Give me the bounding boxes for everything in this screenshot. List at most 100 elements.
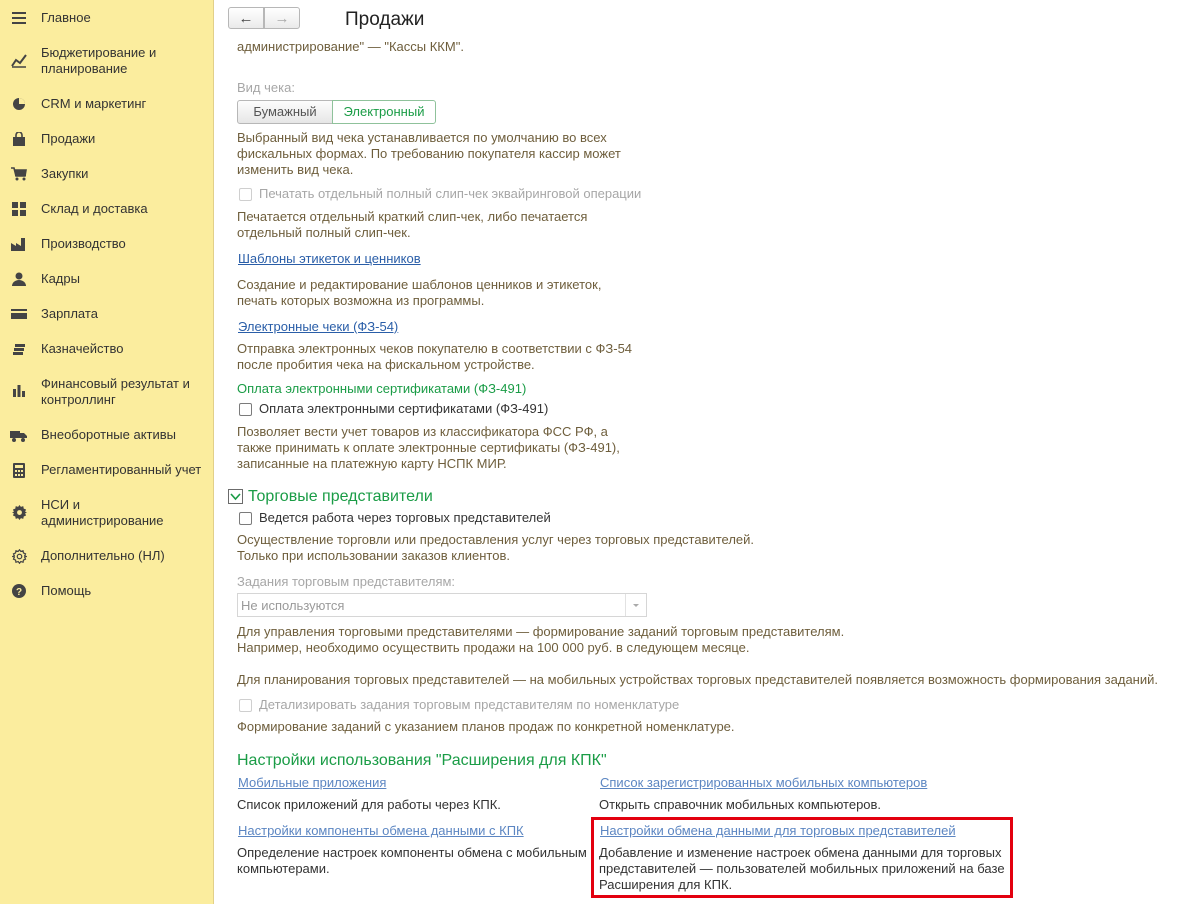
- component-hint-line: компьютерами.: [237, 861, 330, 876]
- reps-hint-line: Осуществление торговли или предоставлени…: [237, 532, 755, 547]
- svg-text:?: ?: [16, 587, 22, 598]
- echecks-link[interactable]: Электронные чеки (ФЗ-54): [238, 319, 398, 335]
- sidebar-item-purchases[interactable]: Закупки: [0, 165, 213, 185]
- sidebar-item-label: НСИ и администрирование: [41, 497, 164, 528]
- dropdown-button[interactable]: [625, 594, 646, 616]
- grid-icon: [10, 200, 28, 218]
- sidebar-item-nsi[interactable]: НСИ и администрирование: [0, 496, 213, 530]
- tasks-hint-line: Для управления торговыми представителями…: [237, 624, 845, 639]
- sidebar-item-label: CRM и маркетинг: [41, 96, 147, 111]
- tasks-select[interactable]: Не используются: [237, 593, 647, 617]
- pie-icon: [10, 95, 28, 113]
- sidebar-item-warehouse[interactable]: Склад и доставка: [0, 200, 213, 220]
- mobile-apps-link[interactable]: Мобильные приложения: [238, 775, 386, 791]
- truck-icon: [10, 426, 28, 444]
- sidebar-item-hr[interactable]: Кадры: [0, 270, 213, 290]
- reps-section-title: Торговые представители: [248, 488, 433, 505]
- kpk-section-title: Настройки использования "Расширения для …: [237, 752, 607, 769]
- slip-hint-line: Печатается отдельный краткий слип-чек, л…: [237, 209, 588, 224]
- detail-checkbox[interactable]: [239, 699, 252, 712]
- slip-check-checkbox[interactable]: [239, 188, 252, 201]
- electronic-receipt-button[interactable]: Электронный: [332, 100, 436, 124]
- gear-icon: [10, 503, 28, 521]
- paper-receipt-button[interactable]: Бумажный: [237, 100, 333, 124]
- bag-icon: [10, 130, 28, 148]
- factory-icon: [10, 235, 28, 253]
- reps-checkbox[interactable]: [239, 512, 252, 525]
- top-text: администрирование" — "Кассы ККМ".: [237, 39, 464, 54]
- certs-hint-line: Позволяет вести учет товаров из классифи…: [237, 424, 608, 439]
- exchange-hint-line: представителей — пользователей мобильных…: [599, 861, 1005, 876]
- echecks-hint-line: после пробития чека на фискальном устрой…: [237, 357, 535, 372]
- sidebar-item-label: Кадры: [41, 271, 80, 286]
- sidebar-item-label: Склад и доставка: [41, 201, 148, 216]
- receipt-hint-line: изменить вид чека.: [237, 162, 354, 177]
- sidebar-item-label: Дополнительно (НЛ): [41, 548, 165, 563]
- sidebar-item-financial-result[interactable]: Финансовый результат и контроллинг: [0, 375, 213, 409]
- coins-icon: [10, 340, 28, 358]
- sidebar-item-label: Зарплата: [41, 306, 98, 321]
- chart-icon: [10, 51, 28, 69]
- reps-check-label: Ведется работа через торговых представит…: [259, 510, 551, 525]
- registered-computers-hint: Открыть справочник мобильных компьютеров…: [599, 797, 882, 812]
- registered-computers-link[interactable]: Список зарегистрированных мобильных комп…: [600, 775, 927, 791]
- sidebar-item-treasury[interactable]: Казначейство: [0, 340, 213, 360]
- exchange-hint-line: Расширения для КПК.: [599, 877, 733, 892]
- receipt-type-label: Вид чека:: [237, 80, 295, 95]
- sidebar-item-label: Бюджетирование и планирование: [41, 45, 157, 76]
- certs-hint-line: также принимать к оплате электронные сер…: [237, 440, 620, 455]
- detail-hint: Формирование заданий с указанием планов …: [237, 719, 735, 734]
- cart-icon: [10, 165, 28, 183]
- sidebar-item-label: Главное: [41, 10, 91, 25]
- certs-hint-line: записанные на платежную карту НСПК МИР.: [237, 456, 507, 471]
- detail-check-label: Детализировать задания торговым представ…: [259, 697, 680, 712]
- sidebar-item-label: Продажи: [41, 131, 96, 146]
- templates-hint-line: Создание и редактирование шаблонов ценни…: [237, 277, 602, 292]
- sidebar-item-budgeting[interactable]: Бюджетирование и планирование: [0, 44, 213, 78]
- tasks-label: Задания торговым представителям:: [237, 574, 456, 589]
- sidebar-item-label: Внеоборотные активы: [41, 427, 177, 442]
- certs-heading: Оплата электронными сертификатами (ФЗ-49…: [237, 381, 527, 396]
- slip-hint-line: отдельный полный слип-чек.: [237, 225, 411, 240]
- sidebar-item-label: Помощь: [41, 583, 92, 598]
- sidebar-item-main[interactable]: Главное: [0, 9, 213, 29]
- collapse-toggle[interactable]: [228, 489, 243, 504]
- sidebar-item-help[interactable]: ? Помощь: [0, 582, 213, 602]
- menu-icon: [10, 9, 28, 27]
- help-icon: ?: [10, 582, 28, 600]
- calculator-icon: [10, 461, 28, 479]
- sidebar-item-salary[interactable]: Зарплата: [0, 305, 213, 325]
- component-settings-link[interactable]: Настройки компоненты обмена данными с КП…: [238, 823, 524, 839]
- sidebar-item-production[interactable]: Производство: [0, 235, 213, 255]
- sidebar: Главное Бюджетирование и планирование CR…: [0, 0, 214, 904]
- receipt-hint-line: Выбранный вид чека устанавливается по ум…: [237, 130, 607, 145]
- sidebar-item-regulated[interactable]: Регламентированный учет: [0, 461, 213, 481]
- sidebar-item-sales[interactable]: Продажи: [0, 130, 213, 150]
- component-hint-line: Определение настроек компоненты обмена с…: [237, 845, 587, 860]
- tasks-hint-line: Например, необходимо осуществить продажи…: [237, 640, 750, 655]
- arrow-right-icon: →: [274, 9, 290, 27]
- exchange-settings-link[interactable]: Настройки обмена данными для торговых пр…: [600, 823, 956, 839]
- sidebar-item-additional[interactable]: Дополнительно (НЛ): [0, 547, 213, 567]
- certs-check-label: Оплата электронными сертификатами (ФЗ-49…: [259, 401, 549, 416]
- arrow-left-icon: ←: [238, 9, 254, 27]
- certs-checkbox[interactable]: [239, 403, 252, 416]
- main-content: ← → Продажи администрирование" — "Кассы …: [214, 0, 1198, 904]
- echecks-hint-line: Отправка электронных чеков покупателю в …: [237, 341, 633, 356]
- card-icon: [10, 305, 28, 323]
- templates-link[interactable]: Шаблоны этикеток и ценников: [238, 251, 421, 267]
- slip-check-label: Печатать отдельный полный слип-чек эквай…: [259, 186, 642, 201]
- exchange-hint-line: Добавление и изменение настроек обмена д…: [599, 845, 1002, 860]
- sidebar-item-fixed-assets[interactable]: Внеоборотные активы: [0, 426, 213, 446]
- chevron-down-icon: [230, 493, 241, 501]
- sidebar-item-label: Производство: [41, 236, 126, 251]
- templates-hint-line: печать которых возможна из программы.: [237, 293, 485, 308]
- forward-button[interactable]: →: [264, 7, 300, 29]
- sidebar-item-label: Регламентированный учет: [41, 462, 202, 477]
- back-button[interactable]: ←: [228, 7, 264, 29]
- sidebar-item-crm[interactable]: CRM и маркетинг: [0, 95, 213, 115]
- bar-icon: [10, 381, 28, 399]
- page-title: Продажи: [345, 9, 425, 30]
- tasks-select-value: Не используются: [241, 598, 345, 613]
- gear-outline-icon: [10, 547, 28, 565]
